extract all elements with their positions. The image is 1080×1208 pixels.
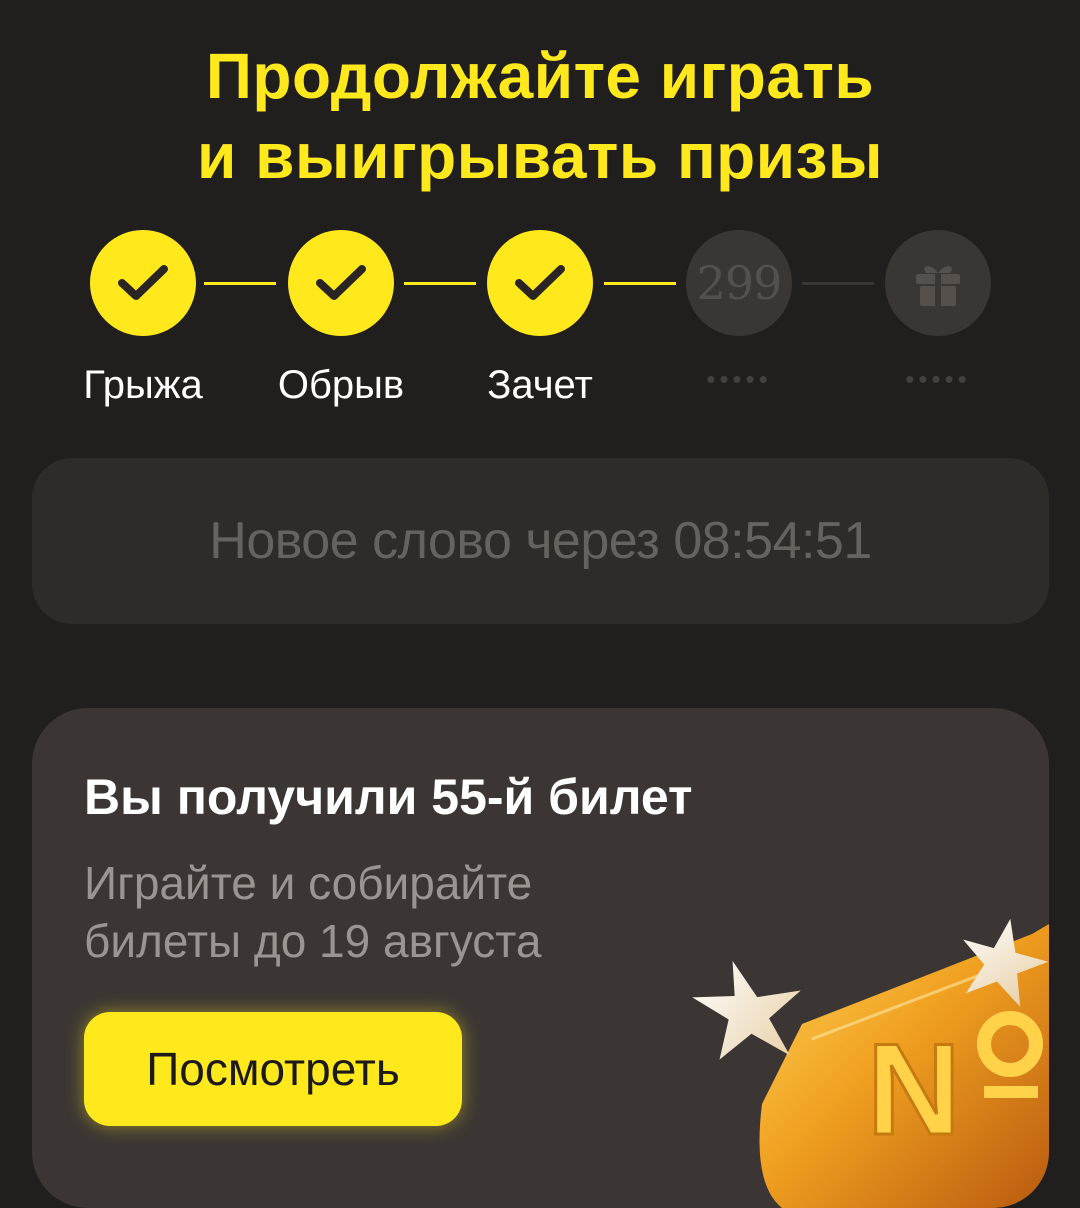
check-icon [515, 265, 565, 300]
step-4-circle: 299 [686, 230, 792, 336]
check-icon [316, 265, 366, 300]
step-2: Обрыв [241, 230, 441, 410]
step-2-circle [288, 230, 394, 336]
ticket-card-title: Вы получили 55-й билет [84, 769, 693, 825]
step-5-masked-label: ••••• [905, 364, 971, 394]
golden-ticket-icon: N [692, 918, 1049, 1208]
new-word-timer-text: Новое слово через 08:54:51 [209, 512, 872, 570]
step-3-label: Зачет [487, 363, 593, 407]
step-3-circle [487, 230, 593, 336]
step-2-label: Обрыв [277, 363, 405, 407]
ticket-card-subtitle: Играйте и собирайте билеты до 19 августа [84, 857, 542, 967]
step-1: Грыжа [43, 230, 243, 410]
gift-icon [916, 266, 960, 306]
check-icon [118, 265, 168, 300]
step-4-masked-label: ••••• [706, 364, 772, 394]
page-title-line-1: Продолжайте играть [205, 40, 875, 112]
new-word-timer: Новое слово через 08:54:51 [32, 458, 1049, 624]
page-title-line-2: и выигрывать призы [197, 120, 883, 192]
step-4-number: 299 [696, 256, 783, 310]
ticket-card: Вы получили 55-й билет Играйте и собирай… [32, 708, 1049, 1208]
step-5-circle [885, 230, 991, 336]
page-title: Продолжайте играть и выигрывать призы [0, 36, 1080, 196]
step-1-label: Грыжа [83, 363, 203, 407]
step-1-circle [90, 230, 196, 336]
step-5: ••••• [838, 230, 1038, 392]
progress-steps: Грыжа Обрыв Зачет 299 ••••• ••••• [0, 230, 1080, 410]
svg-text:N: N [867, 1016, 961, 1162]
view-button[interactable]: Посмотреть [84, 1012, 462, 1126]
step-3: Зачет [440, 230, 640, 410]
step-4: 299 ••••• [639, 230, 839, 392]
